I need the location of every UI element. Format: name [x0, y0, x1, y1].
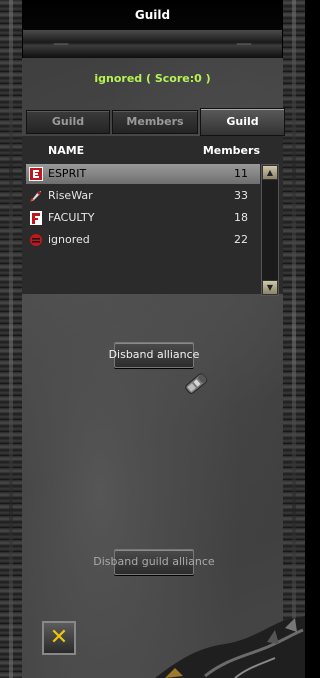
disband-alliance-label: Disband alliance	[108, 348, 200, 361]
guild-status-text: ignored ( Score:0 )	[94, 72, 211, 85]
scroll-down-icon[interactable]: ▼	[262, 280, 278, 295]
tab-guild[interactable]: Guild	[26, 110, 110, 134]
close-button[interactable]: ✕	[42, 621, 76, 655]
alliance-row[interactable]: FACULTY 18	[26, 208, 260, 228]
dragon-ornament-icon	[155, 616, 305, 678]
red-circle-emblem-icon	[30, 234, 42, 246]
list-scrollbar[interactable]: ▲ ▼	[261, 164, 279, 296]
window-title: Guild	[134, 8, 171, 22]
tab-bar: Guild Members Guild alliance	[26, 108, 285, 154]
top-ornament	[0, 30, 305, 59]
alliance-row[interactable]: RiseWar 33	[26, 186, 260, 206]
right-frame-border	[282, 0, 305, 678]
header-members: Members	[202, 144, 260, 157]
guild-window: Guild ignored ( Score:0 ) Guild Members …	[0, 0, 305, 678]
red-e-emblem-icon	[29, 167, 43, 181]
member-count: 22	[234, 233, 248, 246]
tab-guild-alliance[interactable]: Guild alliance	[200, 108, 285, 154]
left-frame-border	[0, 0, 23, 678]
list-header: NAME Members	[22, 144, 260, 162]
tab-members[interactable]: Members	[112, 110, 198, 134]
title-bar[interactable]: Guild	[0, 0, 305, 30]
scroll-up-icon[interactable]: ▲	[262, 165, 278, 180]
disband-guild-alliance-button[interactable]: Disband guild alliance	[93, 549, 215, 575]
guild-name: RiseWar	[48, 189, 93, 202]
alliance-row[interactable]: ignored 22	[26, 230, 260, 250]
guild-name: ignored	[48, 233, 90, 246]
guild-panel: ignored ( Score:0 ) Guild Members Guild …	[22, 58, 285, 678]
alliance-list: NAME Members ESPRIT 11 RiseWar 33 FACULT…	[22, 136, 283, 294]
rocket-emblem-icon	[30, 191, 41, 202]
guild-name: FACULTY	[48, 211, 95, 224]
member-count: 11	[234, 167, 248, 180]
member-count: 33	[234, 189, 248, 202]
disband-guild-alliance-label: Disband guild alliance	[93, 555, 215, 568]
disband-alliance-button[interactable]: Disband alliance	[109, 342, 199, 368]
alliance-row[interactable]: ESPRIT 11	[26, 164, 260, 184]
member-count: 18	[234, 211, 248, 224]
red-f-emblem-icon	[30, 211, 42, 225]
gauntlet-cursor-icon	[185, 373, 208, 394]
close-x-icon: ✕	[49, 625, 69, 650]
header-name: NAME	[48, 144, 85, 157]
guild-name: ESPRIT	[48, 167, 87, 180]
